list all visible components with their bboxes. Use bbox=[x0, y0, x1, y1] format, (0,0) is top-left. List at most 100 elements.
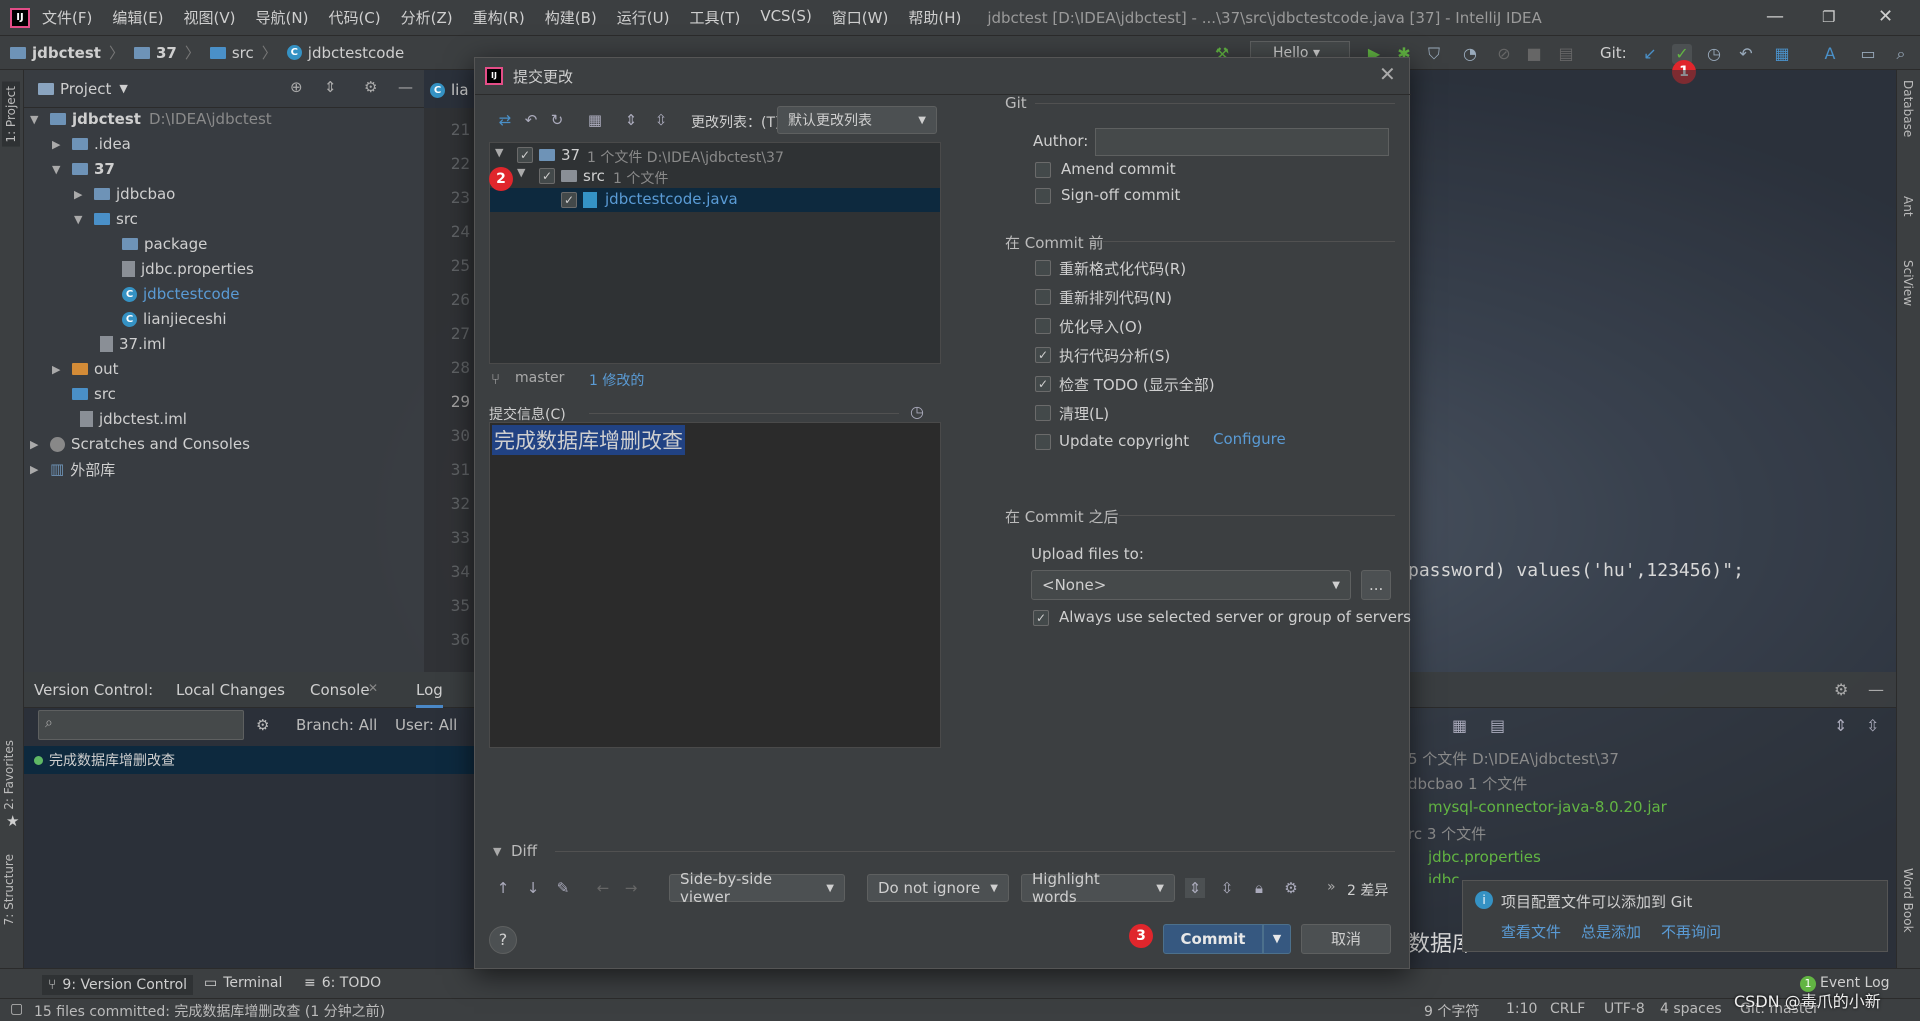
tree-item-jdbcbao[interactable]: ▶ jdbcbao bbox=[74, 182, 175, 206]
menu-item[interactable]: 文件(F) bbox=[42, 7, 92, 28]
terminal-tool-tab[interactable]: ▭ Terminal bbox=[204, 975, 282, 991]
lock-icon[interactable]: 🔒︎ bbox=[1249, 878, 1269, 898]
status-encoding[interactable]: UTF-8 bbox=[1604, 1001, 1645, 1017]
diff-viewer-select[interactable]: Side-by-side viewer ▼ bbox=[669, 870, 845, 906]
always-add-link[interactable]: 总是添加 bbox=[1581, 921, 1641, 942]
tree-item-package[interactable]: package bbox=[122, 232, 207, 256]
favorites-tool-tab[interactable]: 2: Favorites bbox=[2, 740, 16, 810]
vc-search-input[interactable]: ⌕ bbox=[38, 710, 244, 740]
menu-item[interactable]: 导航(N) bbox=[256, 7, 309, 28]
changed-files-line[interactable]: jdbc bbox=[1428, 871, 1459, 883]
tab-local-changes[interactable]: Local Changes bbox=[176, 681, 285, 699]
highlight-words-select[interactable]: Highlight words ▼ bbox=[1021, 870, 1175, 906]
tree-item-src-root[interactable]: src bbox=[72, 382, 116, 406]
layout-icon[interactable]: ▤ bbox=[1556, 44, 1576, 64]
gear-icon[interactable]: ⚙ bbox=[1281, 878, 1301, 898]
before-commit-checkbox[interactable] bbox=[1035, 318, 1051, 334]
status-message[interactable]: 15 files committed: 完成数据库增删改查 (1 分钟之前) bbox=[34, 1001, 385, 1021]
view-files-link[interactable]: 查看文件 bbox=[1501, 921, 1561, 942]
breadcrumb-src[interactable]: src 〉 bbox=[209, 42, 277, 63]
never-ask-link[interactable]: 不再询问 bbox=[1661, 921, 1721, 942]
previous-file-icon[interactable]: ← bbox=[593, 878, 613, 898]
expand-all-icon[interactable]: ⇕ bbox=[1834, 716, 1847, 735]
menu-item[interactable]: 构建(B) bbox=[545, 7, 597, 28]
gear-icon[interactable]: ⚙ bbox=[364, 78, 377, 96]
refresh-icon[interactable]: ↻ bbox=[547, 110, 567, 130]
browse-servers-button[interactable]: ... bbox=[1361, 570, 1391, 600]
before-commit-checkbox[interactable]: ✓ bbox=[1035, 376, 1051, 392]
before-commit-checkbox[interactable]: ✓ bbox=[1035, 347, 1051, 363]
todo-tool-tab[interactable]: ≡ 6: TODO bbox=[304, 975, 381, 991]
collapse-all-icon[interactable]: ⇳ bbox=[1866, 716, 1879, 735]
menu-item[interactable]: 重构(R) bbox=[473, 7, 525, 28]
status-caret-position[interactable]: 1:10 bbox=[1506, 1001, 1537, 1017]
tree-item-jdbctest[interactable]: ▼ jdbctest D:\IDEA\jdbctest bbox=[30, 107, 272, 131]
menu-item[interactable]: 工具(T) bbox=[689, 7, 740, 28]
tree-item-lianjieceshi[interactable]: Clianjieceshi bbox=[122, 307, 227, 331]
sync-scroll-icon[interactable]: ⇳ bbox=[1217, 878, 1237, 898]
breadcrumb-file[interactable]: Cjdbctestcode bbox=[286, 44, 404, 62]
git-update-icon[interactable]: ↙ bbox=[1640, 44, 1660, 64]
before-commit-checkbox[interactable] bbox=[1035, 289, 1051, 305]
tab-log[interactable]: Log bbox=[416, 681, 443, 708]
changed-files-line[interactable]: jdbc.properties bbox=[1428, 848, 1541, 866]
coverage-icon[interactable]: ⛉ bbox=[1424, 44, 1444, 64]
user-filter[interactable]: User: All bbox=[395, 716, 457, 734]
help-button[interactable]: ? bbox=[489, 926, 517, 954]
git-history-icon[interactable]: ◷ bbox=[1704, 44, 1724, 64]
menu-item[interactable]: 帮助(H) bbox=[908, 7, 961, 28]
changes-tree[interactable] bbox=[489, 142, 941, 364]
diff-collapse-icon[interactable]: ▼ bbox=[493, 845, 501, 858]
menu-item[interactable]: 视图(V) bbox=[184, 7, 236, 28]
menu-item[interactable]: 代码(C) bbox=[328, 7, 380, 28]
gear-icon[interactable]: ⚙ bbox=[1834, 680, 1848, 699]
tree-item-jdbctest-iml[interactable]: jdbctest.iml bbox=[80, 407, 187, 431]
attach-icon[interactable]: ⊘ bbox=[1494, 44, 1514, 64]
status-indent[interactable]: 4 spaces bbox=[1660, 1001, 1722, 1017]
refresh-changes-icon[interactable]: ⇄ bbox=[495, 110, 515, 130]
git-rollback-icon[interactable]: ↶ bbox=[1736, 44, 1756, 64]
close-window-button[interactable]: ✕ bbox=[1878, 6, 1893, 27]
project-tool-tab[interactable]: 1: Project bbox=[2, 82, 20, 147]
ant-tool-tab[interactable]: Ant bbox=[1901, 196, 1915, 217]
wordbook-tool-tab[interactable]: Word Book bbox=[1901, 868, 1915, 933]
collapse-all-icon[interactable]: ⇳ bbox=[651, 110, 671, 130]
tree-item-src[interactable]: ▼ src bbox=[74, 207, 138, 231]
show-diff-icon[interactable]: ▤ bbox=[1490, 716, 1505, 735]
tree-item-37-iml[interactable]: 37.iml bbox=[100, 332, 166, 356]
next-difference-icon[interactable]: ↓ bbox=[523, 878, 543, 898]
cancel-button[interactable]: 取消 bbox=[1301, 924, 1391, 954]
tree-item-idea[interactable]: ▶ .idea bbox=[52, 132, 131, 156]
menu-item[interactable]: VCS(S) bbox=[760, 7, 811, 28]
before-commit-checkbox[interactable] bbox=[1035, 260, 1051, 276]
previous-difference-icon[interactable]: ↑ bbox=[493, 878, 513, 898]
always-use-server-checkbox[interactable]: ✓ bbox=[1033, 610, 1049, 626]
close-dialog-button[interactable]: ✕ bbox=[1379, 62, 1396, 86]
breadcrumb-module[interactable]: 37 〉 bbox=[133, 42, 200, 63]
before-commit-checkbox[interactable] bbox=[1035, 434, 1051, 450]
window-icon[interactable]: ▭ bbox=[1858, 44, 1878, 64]
expand-all-icon[interactable]: ⇕ bbox=[621, 110, 641, 130]
more-icon[interactable]: » bbox=[1327, 879, 1336, 895]
log-commit-row[interactable]: 完成数据库增删改查 bbox=[24, 746, 474, 774]
sciview-tool-tab[interactable]: SciView bbox=[1901, 260, 1915, 306]
tree-item-jdbctestcode[interactable]: Cjdbctestcode bbox=[122, 282, 239, 306]
group-by-icon[interactable]: ▦ bbox=[585, 110, 605, 130]
tree-item-jdbc-properties[interactable]: jdbc.properties bbox=[122, 257, 254, 281]
modified-count-link[interactable]: 1 修改的 bbox=[589, 370, 644, 390]
locate-icon[interactable]: ⊕ bbox=[290, 78, 303, 96]
menu-item[interactable]: 编辑(E) bbox=[112, 7, 163, 28]
changelist-select[interactable]: 默认更改列表 ▼ bbox=[777, 106, 937, 134]
status-toggle-icon[interactable]: ▢ bbox=[10, 1001, 23, 1017]
breadcrumb-project[interactable]: jdbctest 〉 bbox=[10, 42, 124, 63]
amend-commit-checkbox[interactable] bbox=[1035, 162, 1051, 178]
collapse-unchanged-icon[interactable]: ⇕ bbox=[1185, 878, 1205, 898]
upload-server-select[interactable]: <None> ▼ bbox=[1031, 570, 1351, 600]
commit-button[interactable]: Commit bbox=[1163, 924, 1263, 954]
menu-item[interactable]: 分析(Z) bbox=[401, 7, 453, 28]
translate-icon[interactable]: A bbox=[1820, 44, 1840, 64]
search-everywhere-icon[interactable]: ⌕ bbox=[1892, 44, 1910, 64]
branch-filter[interactable]: Branch: All bbox=[296, 716, 377, 734]
message-history-icon[interactable]: ◷ bbox=[907, 402, 927, 422]
collapse-all-icon[interactable]: ⇕ bbox=[324, 78, 337, 96]
